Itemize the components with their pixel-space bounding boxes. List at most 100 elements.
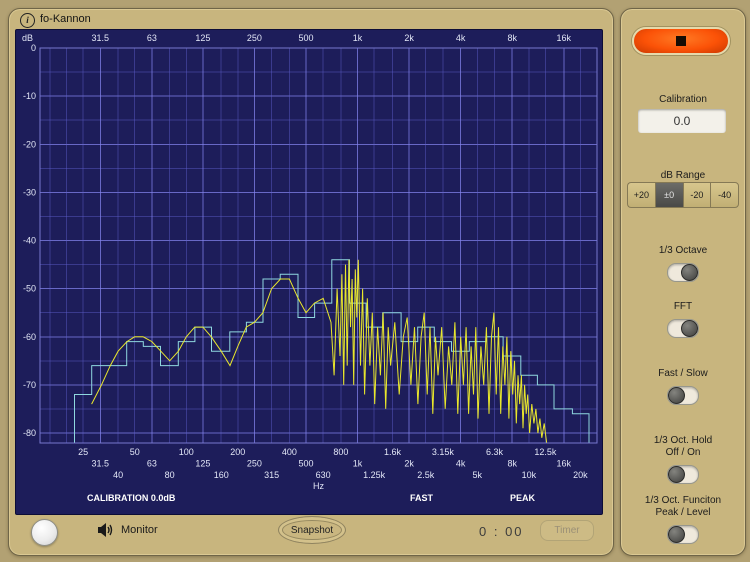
toggle-switch-1[interactable] [667, 319, 699, 338]
top-freq-label: 500 [298, 33, 313, 43]
bottom-freq-label: 630 [316, 470, 331, 480]
bottom-freq-label: 800 [333, 447, 348, 457]
calibration-label: Calibration [659, 94, 707, 105]
fft-series [91, 259, 548, 443]
db-range-option-2[interactable]: -20 [682, 182, 711, 208]
top-freq-label: 250 [247, 33, 262, 43]
bottom-freq-label: 6.3k [486, 447, 504, 457]
toggle-knob [668, 526, 685, 543]
db-tick-label: -20 [23, 139, 36, 149]
info-icon[interactable]: i [20, 13, 35, 28]
spectrum-chart: dB0 -10 -20 -30 -40 -50 -60 -70 -80 31.5 63 125 250 5… [22, 33, 598, 503]
record-stop-button[interactable] [632, 27, 730, 55]
toggle-knob [668, 466, 685, 483]
toggle-group-0: 1/3 Octave [621, 245, 745, 282]
db-axis-title: dB [22, 33, 33, 43]
toggle-group-3: 1/3 Oct. Hold Off / On [621, 435, 745, 484]
top-freq-label: 16k [557, 33, 572, 43]
db-tick-label: -40 [23, 236, 36, 246]
toggle-label: 1/3 Octave [658, 245, 708, 256]
bottom-freq-label: 3.15k [432, 447, 455, 457]
timer-display: 0 : 00 [479, 524, 524, 539]
bottom-freq-label: 500 [298, 459, 313, 469]
snapshot-button[interactable]: Snapshot [278, 516, 346, 544]
main-window: i fo-Kannon dB 0 -10 -20 -30 -40 -50 -60 -70 -80 3… [8, 8, 614, 556]
toggle-switch-3[interactable] [667, 465, 699, 484]
speed-status: FAST [410, 493, 434, 503]
bottom-freq-label: 10k [522, 470, 537, 480]
toggle-knob [681, 320, 698, 337]
top-freq-label: 8k [507, 33, 517, 43]
toggle-group-1: FFT [621, 301, 745, 338]
bottom-freq-label: 2.5k [417, 470, 435, 480]
bottom-freq-label: 63 [147, 459, 157, 469]
top-freq-label: 125 [195, 33, 210, 43]
bottom-freq-label: 2k [404, 459, 414, 469]
bottom-freq-label: 4k [456, 459, 466, 469]
db-range-option-3[interactable]: -40 [710, 182, 739, 208]
bottom-freq-label: 200 [230, 447, 245, 457]
bottom-freq-label: 25 [78, 447, 88, 457]
db-range-option-1[interactable]: ±0 [654, 182, 683, 208]
top-freq-label: 2k [404, 33, 414, 43]
top-freq-label: 4k [456, 33, 466, 43]
top-freq-label: 1k [353, 33, 363, 43]
axis-labels: dB0 -10 -20 -30 -40 -50 -60 -70 -80 31.5 63 125 250 5… [22, 33, 588, 491]
bottom-freq-label: 100 [179, 447, 194, 457]
round-button[interactable] [31, 519, 58, 546]
bottom-freq-label: 5k [473, 470, 483, 480]
bottom-freq-label: 315 [264, 470, 279, 480]
hz-axis-title: Hz [313, 481, 324, 491]
monitor-label: Monitor [121, 524, 158, 536]
bottom-freq-label: 400 [282, 447, 297, 457]
bottom-freq-label: 80 [165, 470, 175, 480]
toggle-label: FFT [673, 301, 693, 312]
toggle-label: 1/3 Oct. Hold [653, 435, 713, 446]
bottom-freq-label: 8k [507, 459, 517, 469]
db-tick-label: -70 [23, 380, 36, 390]
db-tick-label: -80 [23, 428, 36, 438]
bottom-freq-label: 1k [353, 459, 363, 469]
db-tick-label: -60 [23, 332, 36, 342]
bottom-freq-label: 31.5 [92, 459, 110, 469]
bottom-freq-label: 160 [214, 470, 229, 480]
calibration-status: CALIBRATION 0.0dB [87, 493, 176, 503]
bottom-freq-label: 16k [557, 459, 572, 469]
bottom-freq-label: 40 [113, 470, 123, 480]
toggle-switch-2[interactable] [667, 386, 699, 405]
db-range-label: dB Range [660, 170, 706, 181]
stop-icon [676, 36, 686, 46]
toggle-label: Off / On [665, 447, 701, 458]
db-range-segmented-control: +20 ±0 -20 -40 [627, 182, 739, 208]
toggle-knob [668, 387, 685, 404]
toggle-label: Peak / Level [655, 507, 711, 518]
toggle-group-2: Fast / Slow [621, 368, 745, 405]
timer-button[interactable]: Timer [540, 520, 594, 541]
db-tick-label: -30 [23, 187, 36, 197]
bottom-freq-label: 1.6k [384, 447, 402, 457]
toggle-label: 1/3 Oct. Funciton [644, 495, 722, 506]
db-range-option-0[interactable]: +20 [627, 182, 655, 208]
calibration-input[interactable]: 0.0 [638, 109, 726, 133]
bottom-freq-label: 50 [130, 447, 140, 457]
spectrum-display: dB 0 -10 -20 -30 -40 -50 -60 -70 -80 31.5 63 125 250 5… [15, 29, 603, 515]
toggle-knob [681, 264, 698, 281]
toggle-label: Fast / Slow [658, 368, 708, 379]
bottom-freq-label: 12.5k [534, 447, 557, 457]
db-tick-label: -50 [23, 284, 36, 294]
app-title: fo-Kannon [40, 13, 91, 25]
speaker-icon [98, 523, 113, 537]
monitor-control[interactable]: Monitor [97, 522, 158, 538]
db-tick-label: -10 [23, 91, 36, 101]
toggle-switch-0[interactable] [667, 263, 699, 282]
toggle-group-4: 1/3 Oct. Funciton Peak / Level [621, 495, 745, 544]
db-tick-label: 0 [31, 43, 36, 53]
bottom-freq-label: 250 [247, 459, 262, 469]
bottom-freq-label: 20k [573, 470, 588, 480]
bottom-freq-label: 125 [195, 459, 210, 469]
control-panel: Calibration 0.0 dB Range +20 ±0 -20 -40 1/3… [620, 8, 746, 556]
mode-status: PEAK [510, 493, 536, 503]
toggle-switch-4[interactable] [667, 525, 699, 544]
top-freq-label: 31.5 [92, 33, 110, 43]
plot-status-text: CALIBRATION 0.0dB FAST PEAK [87, 493, 536, 503]
